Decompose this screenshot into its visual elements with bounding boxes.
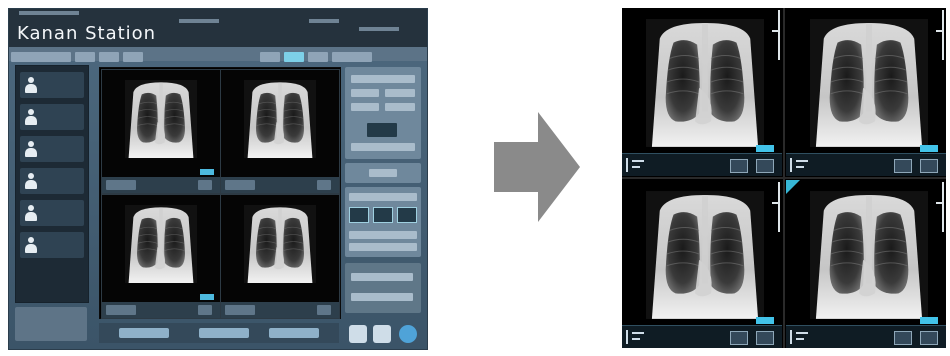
control-block xyxy=(345,187,421,257)
chest-xray-image xyxy=(243,205,317,283)
viewer-cell-bottom-left[interactable] xyxy=(622,180,782,348)
chest-xray-image xyxy=(124,80,198,158)
power-icon[interactable] xyxy=(399,325,417,343)
thumbnail-toolbar xyxy=(102,302,220,318)
xray-thumbnail[interactable] xyxy=(220,69,340,194)
chest-xray-image xyxy=(243,80,317,158)
image-tag xyxy=(200,294,214,300)
sidebar-footer-button[interactable] xyxy=(15,307,87,341)
thumbnail-toolbar xyxy=(102,177,220,193)
tool-button[interactable] xyxy=(756,159,774,173)
scale-marker xyxy=(936,10,944,60)
info-icon xyxy=(626,330,648,344)
image-tag xyxy=(920,317,938,324)
console-screenshot: Kanan Station xyxy=(8,8,428,350)
viewer-cell-toolbar xyxy=(622,325,782,348)
patient-item[interactable] xyxy=(20,168,84,194)
info-icon xyxy=(790,330,812,344)
image-tag xyxy=(756,145,774,152)
chest-xray-image xyxy=(810,190,928,320)
tool-button[interactable] xyxy=(756,331,774,345)
viewer-divider xyxy=(622,177,946,179)
chest-xray-image xyxy=(646,190,764,320)
viewer-cell-toolbar xyxy=(786,325,946,348)
console-corner-buttons xyxy=(345,325,421,345)
chest-xray-image xyxy=(810,18,928,148)
console-tab-strip[interactable] xyxy=(9,47,427,62)
xray-viewer-2x2 xyxy=(622,8,946,348)
info-icon xyxy=(790,158,812,172)
patient-item[interactable] xyxy=(20,104,84,130)
tool-button[interactable] xyxy=(730,159,748,173)
viewer-cell-top-left[interactable] xyxy=(622,8,782,176)
right-arrow-icon xyxy=(494,112,580,222)
console-bottom-toolbar xyxy=(99,323,339,343)
person-icon xyxy=(24,109,38,125)
control-block xyxy=(345,67,421,159)
chest-xray-image xyxy=(646,18,764,148)
image-tag xyxy=(200,169,214,175)
tool-button[interactable] xyxy=(920,159,938,173)
layout-tile[interactable] xyxy=(373,207,393,223)
viewer-cell-toolbar xyxy=(786,153,946,176)
tool-button[interactable] xyxy=(730,331,748,345)
thumbnail-toolbar xyxy=(221,177,339,193)
image-grid xyxy=(99,67,341,319)
xray-thumbnail[interactable] xyxy=(101,194,221,319)
person-icon xyxy=(24,173,38,189)
info-icon xyxy=(626,158,648,172)
control-panel xyxy=(345,67,421,317)
console-header: Kanan Station xyxy=(9,9,427,47)
person-icon xyxy=(24,141,38,157)
tool-button[interactable] xyxy=(894,159,912,173)
scale-marker xyxy=(936,182,944,232)
person-icon xyxy=(24,205,38,221)
viewer-cell-top-right[interactable] xyxy=(786,8,946,176)
person-icon xyxy=(24,77,38,93)
control-block xyxy=(345,263,421,313)
chest-xray-image xyxy=(124,205,198,283)
viewer-cell-toolbar xyxy=(622,153,782,176)
patient-item[interactable] xyxy=(20,72,84,98)
patient-item[interactable] xyxy=(20,136,84,162)
patient-item[interactable] xyxy=(20,200,84,226)
xray-thumbnail[interactable] xyxy=(101,69,221,194)
selected-marker-icon xyxy=(786,180,800,194)
image-tag xyxy=(756,317,774,324)
viewer-cell-bottom-right[interactable] xyxy=(786,180,946,348)
corner-button[interactable] xyxy=(349,325,367,343)
control-block xyxy=(345,163,421,183)
person-icon xyxy=(24,237,38,253)
layout-tile[interactable] xyxy=(397,207,417,223)
scale-marker xyxy=(772,10,780,60)
console-title: Kanan Station xyxy=(17,23,157,44)
patient-list xyxy=(15,65,89,303)
tool-button[interactable] xyxy=(920,331,938,345)
image-tag xyxy=(920,145,938,152)
patient-item[interactable] xyxy=(20,232,84,258)
scale-marker xyxy=(772,182,780,232)
tool-button[interactable] xyxy=(894,331,912,345)
thumbnail-toolbar xyxy=(221,302,339,318)
corner-button[interactable] xyxy=(373,325,391,343)
layout-tile[interactable] xyxy=(349,207,369,223)
xray-thumbnail[interactable] xyxy=(220,194,340,319)
